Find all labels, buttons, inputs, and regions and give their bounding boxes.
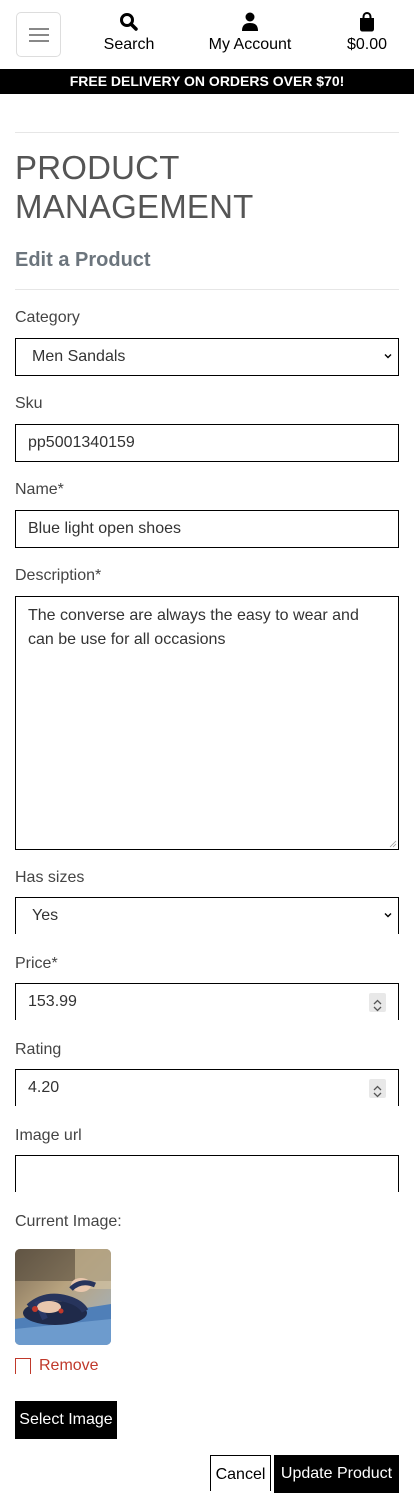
number-spinner[interactable] [369,1079,386,1098]
has-sizes-value: Yes [32,907,59,924]
divider [15,289,399,290]
image-url-input[interactable] [15,1155,399,1192]
chevron-down-icon [384,913,392,918]
category-label: Category [15,309,80,326]
select-image-button[interactable]: Select Image [15,1401,117,1439]
page-title: PRODUCT MANAGEMENT [15,149,254,225]
rating-value: 4.20 [28,1079,60,1096]
description-textarea[interactable]: The converse are always the easy to wear… [15,596,399,850]
nav-search-label: Search [103,36,155,53]
cancel-button[interactable]: Cancel [210,1455,271,1491]
divider [15,132,399,133]
hamburger-icon [29,28,49,30]
number-spinner[interactable] [369,993,386,1012]
has-sizes-select[interactable]: Yes [15,897,399,934]
rating-input[interactable]: 4.20 [15,1069,399,1106]
search-icon [120,13,138,31]
name-value: Blue light open shoes [28,520,181,537]
sku-input[interactable]: pp5001340159 [15,424,399,462]
has-sizes-label: Has sizes [15,869,85,886]
category-value: Men Sandals [32,348,126,365]
update-product-button[interactable]: Update Product [274,1455,399,1493]
shopping-bag-icon [360,12,374,32]
page-subtitle: Edit a Product [15,249,151,271]
price-input[interactable]: 153.99 [15,983,399,1020]
hamburger-icon-bar [29,40,49,42]
nav-bag-total: $0.00 [346,36,388,53]
delivery-banner: FREE DELIVERY ON ORDERS OVER $70! [0,69,414,94]
name-label: Name* [15,481,64,498]
resize-handle-icon[interactable] [389,840,397,848]
hamburger-icon-bar [29,34,49,36]
chevron-down-icon [384,354,392,359]
nav-bag-link[interactable]: $0.00 [345,12,389,54]
nav-account-link[interactable]: My Account [206,12,294,54]
remove-label: Remove [39,1357,99,1374]
rating-label: Rating [15,1041,62,1058]
nav-account-label: My Account [208,36,292,53]
name-input[interactable]: Blue light open shoes [15,510,399,548]
current-image-label: Current Image: [15,1213,122,1230]
sandal-photo [15,1249,111,1345]
remove-checkbox[interactable] [15,1358,31,1374]
nav-search-link[interactable]: Search [103,12,155,54]
category-select[interactable]: Men Sandals [15,338,399,376]
sku-label: Sku [15,395,43,412]
spinner-arrows-icon [373,1085,382,1098]
price-label: Price* [15,955,58,972]
sku-value: pp5001340159 [28,434,135,451]
image-url-label: Image url [15,1127,82,1144]
hamburger-menu-button[interactable] [16,12,61,57]
product-thumbnail[interactable] [15,1249,111,1345]
description-value: The converse are always the easy to wear… [28,607,359,648]
price-value: 153.99 [28,993,77,1010]
top-navbar: Search My Account $0.00 [0,0,414,69]
spinner-arrows-icon [373,999,382,1012]
description-label: Description* [15,567,102,584]
user-icon [242,12,258,31]
